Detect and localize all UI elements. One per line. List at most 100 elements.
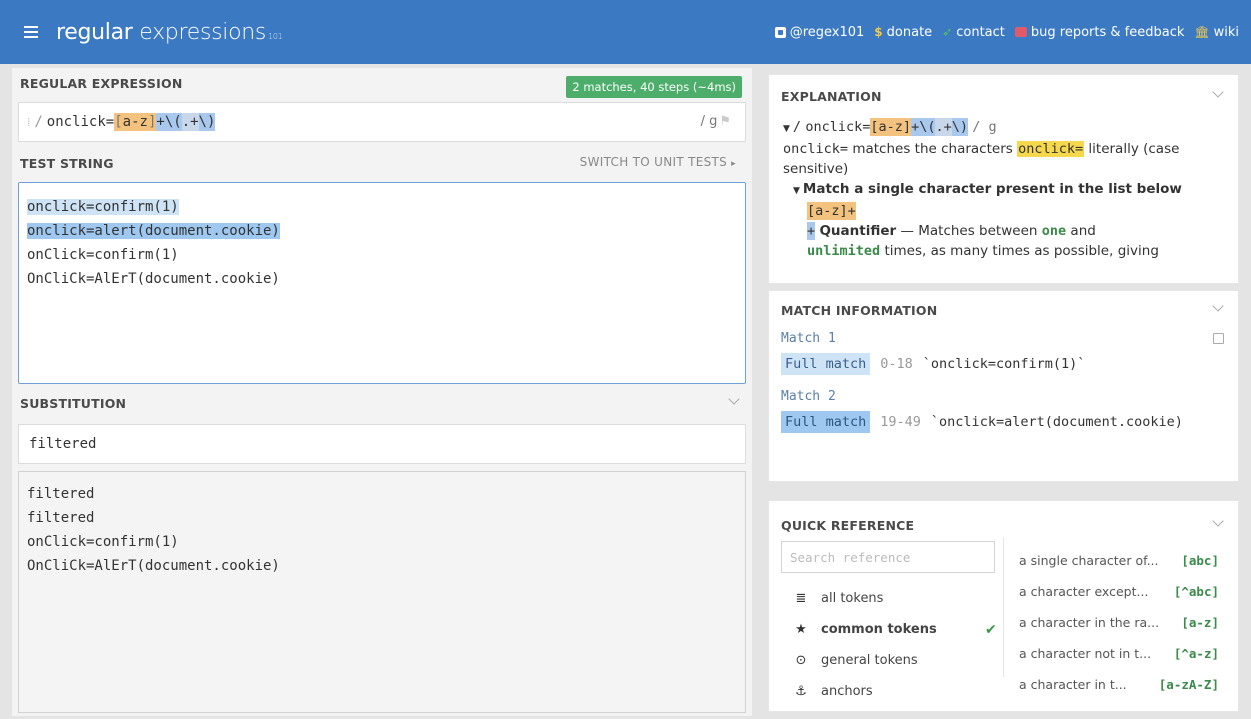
reference-desc: a character except...: [1019, 584, 1149, 599]
explanation-class-body: a-z: [878, 119, 903, 135]
share-icon[interactable]: [1213, 333, 1224, 344]
quant-unlimited: unlimited: [807, 243, 881, 259]
match-range: 19-49: [880, 414, 921, 430]
match-2-highlight: onclick=alert(document.cookie): [27, 223, 280, 239]
quant-one: one: [1041, 223, 1067, 239]
wiki-link[interactable]: 🏛 wiki: [1194, 25, 1239, 40]
category-general-tokens[interactable]: ⊙ general tokens: [791, 653, 918, 668]
regex-heading: REGULAR EXPRESSION: [20, 76, 183, 91]
donate-link[interactable]: $ donate: [874, 25, 932, 40]
test-line: onclick=confirm(1): [27, 195, 737, 219]
contact-link[interactable]: ➶ contact: [942, 25, 1005, 40]
twitter-icon: [774, 26, 786, 38]
explanation-class-token-line: [a-z]+: [783, 201, 1223, 221]
test-string-editor[interactable]: onclick=confirm(1) onclick=alert(documen…: [18, 182, 746, 384]
regex-class-open: [: [114, 114, 123, 130]
reference-item[interactable]: a character in the ra... [a-z]: [1019, 615, 1219, 630]
match-text: `onclick=alert(document.cookie): [930, 414, 1183, 430]
regex-escape-close-token: \): [198, 113, 216, 131]
unit-tests-label: SWITCH TO UNIT TESTS: [579, 155, 728, 169]
regex-class-token: [a-z]: [114, 113, 157, 131]
explanation-panel: EXPLANATION ▼ / onclick=[a-z]+\(.+\) / g …: [768, 74, 1239, 284]
paper-plane-icon: ➶: [942, 25, 953, 39]
bug-reports-link-label: bug reports & feedback: [1030, 24, 1185, 40]
reference-item[interactable]: a character in t... [a-zA-Z]: [1019, 677, 1219, 692]
explanation-literal: onclick=: [805, 119, 871, 135]
category-all-tokens[interactable]: ≣ all tokens: [791, 591, 884, 606]
class-token: [a-z]+: [807, 202, 856, 220]
star-icon: ★: [795, 622, 807, 637]
triangle-down-icon[interactable]: ▼: [783, 124, 790, 134]
full-match-badge: Full match: [781, 411, 871, 433]
match-count-badge: 2 matches, 40 steps (~4ms): [566, 76, 742, 98]
quick-reference-heading: QUICK REFERENCE: [781, 518, 915, 533]
match-information-heading: MATCH INFORMATION: [781, 303, 938, 318]
literal-token-highlight: onclick=: [1017, 141, 1085, 157]
test-line: onclick=alert(document.cookie): [27, 219, 737, 243]
regex-flags[interactable]: / g ⚑: [701, 114, 731, 129]
explanation-esc-close: \): [951, 118, 968, 136]
explanation-literal-line: onclick= matches the characters onclick=…: [783, 139, 1223, 179]
drag-handle-icon[interactable]: ⁞: [27, 115, 30, 130]
category-common-tokens[interactable]: ★ common tokens ✔: [791, 621, 1001, 638]
reference-token: [^a-z]: [1173, 646, 1219, 661]
reference-item[interactable]: a character except... [^abc]: [1019, 584, 1219, 599]
result-line: filtered: [27, 486, 95, 502]
contact-link-label: contact: [956, 24, 1005, 40]
category-label: common tokens: [821, 622, 937, 637]
menu-icon[interactable]: [24, 26, 38, 38]
class-heading: Match a single character present in the …: [802, 181, 1182, 197]
quant-desc-1: — Matches between: [896, 223, 1042, 239]
reference-token: [a-zA-Z]: [1158, 677, 1219, 692]
quant-symbol: +: [807, 222, 816, 240]
match-2-row[interactable]: Full match 19-49 `onclick=alert(document…: [781, 411, 1183, 433]
twitter-link-label: @regex101: [789, 24, 865, 40]
checkmark-icon: ✔: [985, 621, 997, 638]
literal-desc-pre: matches the characters: [848, 141, 1018, 157]
match-1-highlight: onclick=confirm(1): [27, 199, 179, 215]
match-1-label: Match 1: [781, 331, 836, 346]
database-icon: ≣: [795, 591, 807, 606]
regex-escape-open-token: \(: [164, 113, 182, 131]
test-string-heading: TEST STRING: [20, 156, 114, 171]
chevron-down-icon[interactable]: [1212, 86, 1224, 98]
category-label: anchors: [821, 684, 873, 699]
app-logo[interactable]: regular expressions 101: [56, 20, 283, 45]
substitution-result: filtered filtered onClick=confirm(1) OnC…: [18, 471, 746, 713]
reference-search-input[interactable]: Search reference: [781, 541, 995, 573]
explanation-heading: EXPLANATION: [781, 89, 882, 104]
header-links: @regex101 $ donate ➶ contact bug reports &…: [765, 0, 1239, 64]
regex-class-close: ]: [147, 114, 157, 130]
category-anchors[interactable]: ⚓ anchors: [791, 684, 873, 699]
explanation-class-line: ▼ Match a single character present in the…: [783, 179, 1223, 201]
reference-desc: a character not in t...: [1019, 646, 1152, 661]
editor-panel: REGULAR EXPRESSION 2 matches, 40 steps (…: [12, 68, 752, 716]
regex-input[interactable]: ⁞ / onclick= [a-z] + \(.+ \) / g ⚑: [18, 102, 746, 142]
chevron-down-icon[interactable]: [1212, 515, 1224, 527]
explanation-quant-line: + Quantifier — Matches between one and u…: [783, 221, 1223, 261]
quant-desc-2: and: [1066, 223, 1096, 239]
full-match-badge: Full match: [781, 353, 871, 375]
match-information-panel: MATCH INFORMATION Match 1 Full match 0-1…: [768, 290, 1239, 482]
chevron-down-icon[interactable]: [1212, 300, 1224, 312]
switch-to-unit-tests-button[interactable]: SWITCH TO UNIT TESTS ▸: [580, 155, 736, 169]
reference-token: [^abc]: [1173, 584, 1219, 599]
regex-flags-text: / g: [700, 114, 718, 129]
quant-desc-3: times, as many times as possible, giving: [880, 243, 1159, 259]
chevron-down-icon[interactable]: [728, 393, 740, 405]
explanation-root-slash: /: [792, 119, 802, 135]
substitution-input[interactable]: filtered: [18, 424, 746, 464]
match-1-row[interactable]: Full match 0-18 `onclick=confirm(1)`: [781, 353, 1085, 375]
reference-item[interactable]: a character not in t... [^a-z]: [1019, 646, 1219, 661]
explanation-pattern: onclick=[a-z]+\(.+\): [805, 118, 968, 136]
logo-version: 101: [268, 31, 283, 41]
triangle-down-icon[interactable]: ▼: [793, 186, 800, 196]
bug-icon: [1014, 27, 1027, 37]
explanation-quant: +: [911, 118, 920, 136]
bug-reports-link[interactable]: bug reports & feedback: [1014, 24, 1185, 40]
match-range: 0-18: [880, 356, 913, 372]
donate-link-label: donate: [886, 24, 933, 40]
explanation-root: ▼ / onclick=[a-z]+\(.+\) / g: [783, 117, 1223, 139]
twitter-link[interactable]: @regex101: [774, 24, 865, 40]
reference-item[interactable]: a single character of... [abc]: [1019, 553, 1219, 568]
